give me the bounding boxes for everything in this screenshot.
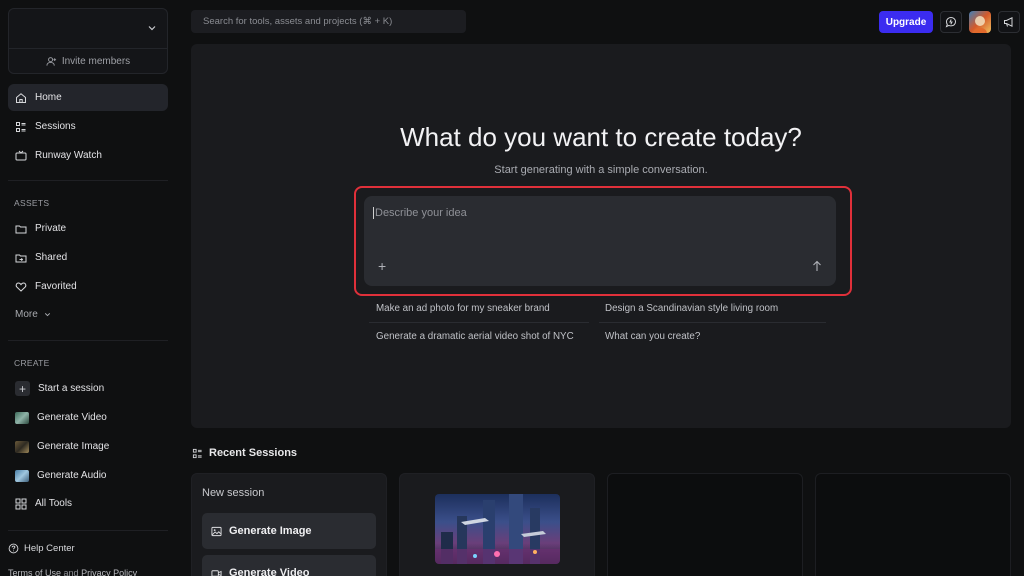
sessions-icon — [16, 121, 26, 132]
generate-image-label: Generate Image — [229, 525, 312, 537]
sidebar-item-label: Favorited — [35, 281, 77, 292]
assets-heading: ASSETS — [14, 198, 50, 208]
terms-link[interactable]: Terms of Use — [8, 568, 61, 576]
sessions-icon — [192, 448, 202, 458]
new-session-label: New session — [202, 487, 265, 499]
heart-icon — [15, 281, 27, 292]
search-bar[interactable]: Search for tools, assets and projects (⌘… — [191, 10, 466, 33]
sidebar-item-label: Start a session — [38, 383, 105, 394]
more-label: More — [15, 309, 38, 320]
help-center-label: Help Center — [24, 543, 75, 554]
divider — [8, 530, 168, 531]
sidebar-item-runway-watch[interactable]: Runway Watch — [8, 142, 168, 169]
chevron-down-icon — [44, 313, 50, 317]
divider — [8, 180, 168, 181]
chat-button[interactable] — [940, 11, 962, 33]
sidebar-item-home[interactable]: Home — [8, 84, 168, 111]
prompt-box[interactable]: + — [364, 196, 836, 286]
attach-plus-icon[interactable]: + — [378, 259, 386, 273]
folder-icon — [15, 225, 27, 233]
image-thumb-icon — [15, 440, 29, 453]
and-text: and — [63, 568, 79, 576]
chevron-down-icon — [148, 26, 156, 31]
hero-panel: What do you want to create today? Start … — [191, 44, 1011, 428]
recent-session-card[interactable] — [399, 473, 595, 576]
sidebar-item-label: Sessions — [35, 121, 76, 132]
help-icon — [8, 543, 19, 554]
video-icon — [211, 569, 222, 576]
video-thumb-icon — [15, 411, 29, 424]
sidebar-item-all-tools[interactable]: All Tools — [8, 490, 168, 517]
chat-icon — [945, 16, 957, 28]
sidebar-item-label: All Tools — [35, 498, 73, 509]
suggestion-item[interactable]: Make an ad photo for my sneaker brand — [376, 295, 550, 322]
city-scene-image — [435, 494, 560, 564]
invite-members-label: Invite members — [61, 55, 131, 67]
workspace-selector[interactable] — [9, 9, 167, 49]
generate-video-label: Generate Video — [229, 567, 310, 576]
suggestion-item[interactable]: Design a Scandinavian style living room — [605, 295, 778, 322]
sidebar-item-favorited[interactable]: Favorited — [8, 273, 168, 300]
audio-thumb-icon — [15, 469, 29, 482]
session-thumbnail — [435, 494, 560, 564]
recent-sessions-title: Recent Sessions — [209, 447, 298, 459]
recent-session-card-placeholder[interactable] — [607, 473, 803, 576]
privacy-link[interactable]: Privacy Policy — [81, 568, 137, 576]
new-session-card: New session Generate Image Generate Vide… — [191, 473, 387, 576]
page-title: What do you want to create today? — [400, 122, 802, 152]
sidebar-item-label: Shared — [35, 252, 68, 263]
legal-links: Terms of Use and Privacy Policy — [8, 568, 137, 576]
sidebar-item-label: Runway Watch — [35, 150, 102, 161]
sidebar-more-toggle[interactable]: More — [8, 301, 168, 328]
page-subtitle: Start generating with a simple conversat… — [494, 164, 708, 176]
megaphone-icon — [1004, 16, 1013, 28]
sidebar-item-private[interactable]: Private — [8, 215, 168, 242]
shared-folder-icon — [15, 254, 27, 262]
recent-session-card-placeholder[interactable] — [815, 473, 1011, 576]
invite-members-button[interactable]: Invite members — [9, 49, 167, 73]
plus-icon: + — [15, 381, 30, 396]
send-arrow-icon[interactable] — [812, 260, 822, 272]
image-icon — [211, 526, 222, 536]
sidebar-item-sessions[interactable]: Sessions — [8, 113, 168, 140]
sidebar-item-start-session[interactable]: + Start a session — [8, 375, 168, 402]
grid-icon — [15, 498, 27, 509]
home-icon — [16, 92, 26, 103]
sidebar-item-generate-audio[interactable]: Generate Audio — [8, 462, 168, 489]
sidebar-item-label: Generate Video — [37, 412, 107, 423]
divider — [8, 340, 168, 341]
sidebar-item-generate-video[interactable]: Generate Video — [8, 404, 168, 431]
sidebar-item-label: Generate Audio — [37, 470, 107, 481]
recent-sessions-heading: Recent Sessions — [192, 447, 297, 459]
announcements-button[interactable] — [998, 11, 1020, 33]
generate-video-button[interactable]: Generate Video — [202, 555, 376, 576]
avatar[interactable] — [969, 11, 991, 33]
add-user-icon — [46, 56, 56, 66]
sidebar-item-label: Private — [35, 223, 67, 234]
sidebar: Invite members Home Sessions Runway Watc… — [0, 0, 176, 576]
generate-image-button[interactable]: Generate Image — [202, 513, 376, 549]
prompt-input[interactable] — [373, 207, 813, 219]
upgrade-button[interactable]: Upgrade — [879, 11, 933, 33]
create-heading: CREATE — [14, 358, 50, 368]
avatar-image — [973, 16, 987, 33]
sidebar-item-shared[interactable]: Shared — [8, 244, 168, 271]
sidebar-item-generate-image[interactable]: Generate Image — [8, 433, 168, 460]
workspace-switcher: Invite members — [8, 8, 168, 74]
sidebar-item-label: Generate Image — [37, 441, 110, 452]
suggestion-item[interactable]: What can you create? — [605, 323, 700, 350]
sidebar-item-label: Home — [35, 92, 62, 103]
help-center-link[interactable]: Help Center — [8, 543, 75, 554]
suggestion-item[interactable]: Generate a dramatic aerial video shot of… — [376, 323, 574, 350]
tv-icon — [15, 150, 27, 160]
search-placeholder: Search for tools, assets and projects (⌘… — [203, 16, 393, 27]
